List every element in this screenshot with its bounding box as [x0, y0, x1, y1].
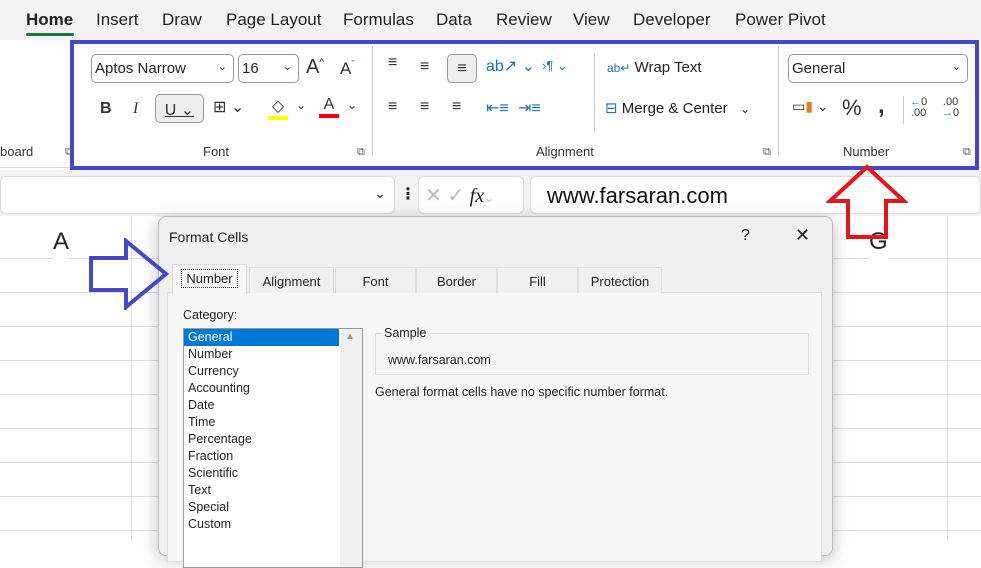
enter-icon[interactable]: ✓	[447, 185, 464, 207]
tab-insert[interactable]: Insert	[96, 10, 139, 30]
function-icon[interactable]: fx	[470, 185, 484, 207]
category-item[interactable]: Custom	[184, 516, 339, 533]
red-arrow-annotation	[826, 164, 908, 239]
dialog-tab-protection[interactable]: Protection	[578, 267, 662, 293]
category-item[interactable]: Accounting	[184, 380, 339, 397]
category-item[interactable]: Time	[184, 414, 339, 431]
category-item[interactable]: Percentage	[184, 431, 339, 448]
scroll-up-icon[interactable]: ▲	[345, 331, 355, 342]
category-list[interactable]: General Number Currency Accounting Date …	[183, 328, 363, 568]
number-tab-panel: Category: General Number Currency Accoun…	[167, 292, 822, 568]
tab-label: Number	[181, 269, 238, 288]
blue-arrow-annotation	[89, 238, 170, 310]
sample-box: Sample www.farsaran.com	[375, 326, 809, 375]
name-box[interactable]: ⌄	[0, 176, 395, 214]
tab-page-layout[interactable]: Page Layout	[226, 10, 321, 30]
scrollbar[interactable]: ▲	[340, 329, 362, 567]
chevron-down-icon: ⌄	[484, 191, 495, 205]
active-tab-underline	[26, 33, 74, 36]
category-item[interactable]: Scientific	[184, 465, 339, 482]
highlight-rectangle	[70, 40, 979, 170]
dialog-title: Format Cells	[169, 229, 249, 245]
category-item[interactable]: General	[184, 329, 339, 346]
tab-data[interactable]: Data	[436, 10, 472, 30]
category-item[interactable]: Currency	[184, 363, 339, 380]
category-item[interactable]: Text	[184, 482, 339, 499]
clipboard-group-label: board	[0, 144, 34, 159]
tab-view[interactable]: View	[573, 10, 610, 30]
category-item[interactable]: Date	[184, 397, 339, 414]
sample-label: Sample	[382, 326, 429, 340]
column-header-a[interactable]: A	[53, 228, 70, 270]
tab-draw[interactable]: Draw	[162, 10, 202, 30]
category-label: Category:	[183, 308, 238, 322]
chevron-down-icon: ⌄	[374, 185, 386, 201]
menu-bar: Home Insert Draw Page Layout Formulas Da…	[0, 0, 981, 40]
format-description: General format cells have no specific nu…	[375, 385, 669, 399]
dialog-tab-fill[interactable]: Fill	[497, 267, 578, 293]
category-item[interactable]: Fraction	[184, 448, 339, 465]
tab-home[interactable]: Home	[26, 10, 73, 30]
format-cells-dialog: Format Cells ? ✕ Category: General Numbe…	[158, 216, 833, 568]
dialog-tab-font[interactable]: Font	[335, 267, 416, 293]
formula-input[interactable]: www.farsaran.com	[530, 176, 981, 214]
sample-value: www.farsaran.com	[388, 353, 491, 367]
dialog-tab-number[interactable]: Number	[172, 264, 247, 294]
dialog-tab-alignment[interactable]: Alignment	[249, 267, 334, 293]
category-item[interactable]: Number	[184, 346, 339, 363]
column-line	[947, 216, 948, 541]
formula-buttons: ✕ ✓ fx⌄	[418, 176, 524, 214]
cancel-icon[interactable]: ✕	[425, 185, 442, 207]
more-icon[interactable]: ⋮	[400, 184, 416, 204]
tab-formulas[interactable]: Formulas	[343, 10, 414, 30]
help-button[interactable]: ?	[741, 227, 750, 245]
tab-developer[interactable]: Developer	[633, 10, 711, 30]
tab-power-pivot[interactable]: Power Pivot	[735, 10, 826, 30]
category-item[interactable]: Special	[184, 499, 339, 516]
close-button[interactable]: ✕	[795, 225, 810, 246]
tab-review[interactable]: Review	[496, 10, 552, 30]
dialog-tab-border[interactable]: Border	[416, 267, 497, 293]
